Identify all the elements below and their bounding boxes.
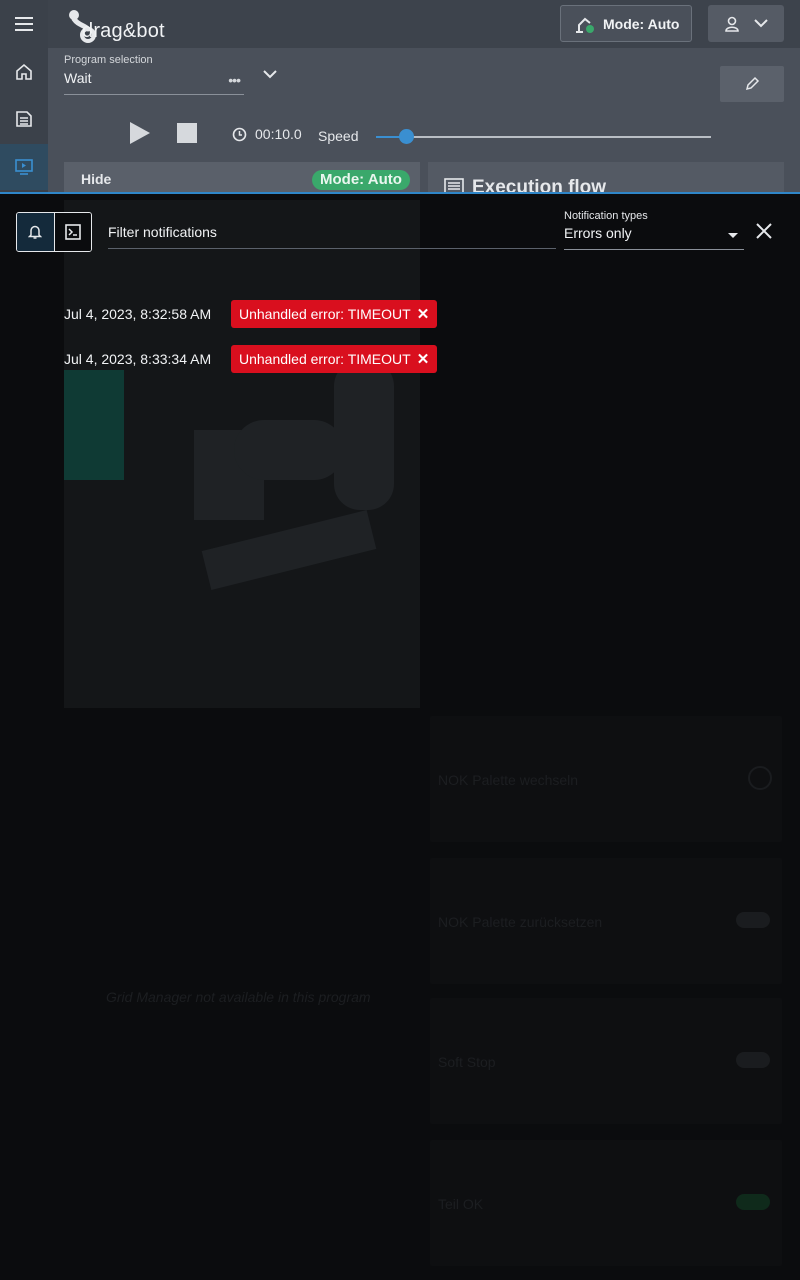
user-icon (725, 16, 739, 32)
dropdown-caret-icon (728, 233, 738, 238)
notification-time: Jul 4, 2023, 8:32:58 AM (64, 306, 212, 322)
mode-badge: Mode: Auto (312, 170, 410, 190)
execution-flow-header: Execution flow (428, 162, 784, 198)
tab-notifications[interactable] (17, 213, 54, 251)
logo-text: drag&bot (82, 20, 165, 42)
pencil-icon (745, 76, 760, 91)
dismiss-icon[interactable]: ✕ (417, 352, 430, 367)
mode-button[interactable]: Mode: Auto (560, 5, 692, 42)
menu-button[interactable] (0, 1, 48, 47)
speed-slider-thumb[interactable] (399, 129, 415, 144)
error-badge: Unhandled error: TIMEOUT ✕ (231, 345, 438, 373)
notification-types-select[interactable]: Errors only (564, 225, 744, 250)
notification-message: Unhandled error: TIMEOUT (239, 306, 411, 322)
speed-slider[interactable] (376, 129, 711, 144)
program-selection-label: Program selection (64, 54, 153, 66)
clock-icon (232, 127, 247, 141)
more-options-icon[interactable]: ••• (228, 72, 241, 88)
mode-label: Mode: Auto (603, 15, 680, 32)
edit-program-button[interactable] (720, 66, 784, 102)
dismiss-icon[interactable]: ✕ (417, 307, 430, 322)
hamburger-icon (15, 17, 33, 31)
notification-message: Unhandled error: TIMEOUT (239, 351, 411, 367)
notification-types-label: Notification types (564, 210, 648, 222)
transport-controls (130, 122, 197, 144)
tab-console[interactable] (53, 213, 91, 251)
program-select[interactable]: Wait ••• (64, 70, 244, 95)
top-header: drag&bot Mode: Auto (48, 0, 800, 48)
notification-item: Jul 4, 2023, 8:33:34 AM Unhandled error:… (64, 345, 438, 373)
notification-types-value: Errors only (564, 225, 632, 241)
close-icon[interactable] (754, 221, 774, 241)
hide-button[interactable]: Hide (81, 171, 111, 187)
monitor-play-icon (15, 159, 33, 175)
timer-value: 00:10.0 (255, 126, 302, 142)
document-list-icon (16, 111, 32, 127)
bell-icon (28, 225, 43, 239)
chevron-down-icon (754, 19, 768, 28)
sidebar-item-home[interactable] (0, 49, 48, 95)
sidebar-item-runtime[interactable] (0, 144, 48, 190)
robot-mode-icon (576, 17, 594, 33)
stop-button[interactable] (177, 123, 197, 143)
program-chevron-down-icon[interactable] (262, 66, 278, 84)
program-value: Wait (64, 70, 92, 86)
terminal-icon (65, 224, 81, 240)
notification-tab-group (16, 212, 92, 252)
user-menu-button[interactable] (708, 5, 784, 42)
error-badge: Unhandled error: TIMEOUT ✕ (231, 300, 438, 328)
sidebar-item-programs[interactable] (0, 96, 48, 142)
play-button[interactable] (130, 122, 150, 144)
timer: 00:10.0 (232, 126, 302, 142)
home-icon (16, 63, 32, 80)
notifications-panel: Filter notifications Notification types … (0, 192, 800, 1280)
speed-label: Speed (318, 128, 359, 144)
notification-time: Jul 4, 2023, 8:33:34 AM (64, 351, 212, 367)
filter-notifications-input[interactable]: Filter notifications (108, 224, 556, 249)
notification-item: Jul 4, 2023, 8:32:58 AM Unhandled error:… (64, 300, 438, 328)
viewport-header: Hide Mode: Auto (64, 162, 420, 194)
dragbot-logo: drag&bot (64, 6, 165, 43)
